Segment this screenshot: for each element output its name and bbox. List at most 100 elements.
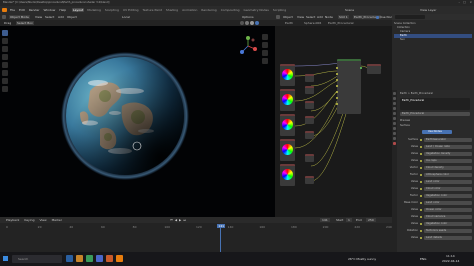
surface-input-value[interactable]: Cloud color [424, 187, 472, 191]
material-slot-list[interactable]: Earth_Procedural [400, 98, 470, 110]
mode-dropdown[interactable]: Object Mode [9, 15, 30, 19]
zoom-icon[interactable] [262, 34, 268, 40]
value-node-6[interactable] [305, 154, 314, 162]
outliner-item[interactable]: Sun [394, 38, 472, 42]
socket-icon[interactable] [420, 174, 422, 176]
material-properties-icon[interactable] [393, 142, 396, 145]
clock-time[interactable]: 11:14 [446, 254, 455, 258]
mail-icon[interactable] [96, 255, 103, 262]
surface-input-value[interactable]: Vegetation color [424, 194, 472, 198]
blender-taskbar-icon[interactable] [116, 255, 123, 262]
surface-input-value[interactable]: EarthGenerator [424, 138, 472, 142]
weather-widget[interactable]: 26°C Mostly sunny [348, 257, 376, 261]
move-tool-icon[interactable] [2, 46, 8, 52]
wireframe-shading-icon[interactable] [240, 21, 244, 25]
use-nodes-checkbox[interactable] [376, 16, 379, 19]
rendered-shading-icon[interactable] [255, 21, 259, 25]
surface-input-value[interactable]: Atmosphere color [424, 173, 472, 177]
node-view-menu[interactable]: View [297, 15, 304, 19]
material-shading-icon[interactable] [250, 21, 254, 25]
object-menu[interactable]: Object [67, 15, 77, 19]
node-editor-type-icon[interactable] [276, 15, 280, 19]
socket-icon[interactable] [420, 139, 422, 141]
object-properties-icon[interactable] [393, 117, 396, 120]
file-explorer-icon[interactable] [66, 255, 73, 262]
workspace-tab-animation[interactable]: Animation [181, 8, 198, 12]
physics-properties-icon[interactable] [393, 127, 396, 130]
timeline[interactable]: Playback Keying View Marker ⏮ ◀ ▶ ⏭ 141 Sta… [0, 217, 392, 252]
blender-logo-icon[interactable] [2, 8, 7, 12]
workspace-tab-sculpting[interactable]: Sculpting [104, 8, 120, 12]
node-select-menu[interactable]: Select [306, 15, 315, 19]
menu-edit[interactable]: Edit [19, 8, 25, 12]
language-indicator[interactable]: ENG [420, 257, 426, 261]
material-name-field[interactable]: Earth_Procedural [400, 112, 470, 116]
view-layer-selector[interactable]: View Layer [420, 8, 436, 12]
surface-input-value[interactable]: Land color [424, 201, 472, 205]
surface-input-value[interactable]: Ice caps [424, 159, 472, 163]
minimize-icon[interactable]: – [459, 0, 461, 4]
timeline-menu-view[interactable]: View [39, 218, 46, 222]
select-menu[interactable]: Select [45, 15, 54, 19]
surface-input-value[interactable]: Vegetation color [424, 222, 472, 226]
playhead-frame-label[interactable]: 141 [217, 224, 226, 228]
color-node-5[interactable] [280, 164, 295, 186]
value-node-3[interactable] [305, 101, 314, 109]
surface-input-value[interactable]: Land / Ocean ratio [424, 145, 472, 149]
scene-properties-icon[interactable] [393, 107, 396, 110]
options-menu[interactable]: Options [242, 15, 254, 19]
socket-icon[interactable] [420, 167, 422, 169]
solid-shading-icon[interactable] [245, 21, 249, 25]
socket-icon[interactable] [420, 202, 422, 204]
surface-input-value[interactable]: Cloud variance [424, 215, 472, 219]
select-tool-icon[interactable] [2, 30, 8, 36]
play-icon[interactable]: ▶ [179, 218, 181, 222]
select-box-dropdown[interactable]: Select Box [16, 21, 34, 25]
outliner-search-input[interactable] [395, 15, 425, 19]
jump-start-icon[interactable]: ⏮ [170, 218, 173, 222]
taskbar-search-input[interactable]: Search [12, 255, 62, 263]
socket-icon[interactable] [420, 195, 422, 197]
3d-viewport[interactable] [0, 26, 275, 217]
grid-icon[interactable] [262, 58, 268, 64]
scene-selector[interactable]: Scene [345, 8, 354, 12]
workspace-tab-geometry-nodes[interactable]: Geometry Nodes [243, 8, 270, 12]
add-menu[interactable]: Add [58, 15, 64, 19]
workspace-tab-layout[interactable]: Layout [72, 8, 85, 12]
annotate-tool-icon[interactable] [2, 78, 8, 84]
maximize-icon[interactable]: □ [463, 0, 466, 4]
socket-icon[interactable] [420, 230, 422, 232]
workspace-tab-scripting[interactable]: Scripting [272, 8, 287, 12]
surface-input-value[interactable]: Ocean color [424, 208, 472, 212]
current-frame-field[interactable]: 141 [320, 218, 330, 222]
node-add-menu[interactable]: Add [317, 15, 323, 19]
transform-tool-icon[interactable] [2, 70, 8, 76]
material-output-node[interactable] [367, 64, 381, 74]
rotate-tool-icon[interactable] [2, 54, 8, 60]
windows-start-icon[interactable] [3, 256, 8, 261]
camera-view-icon[interactable] [262, 50, 268, 56]
surface-input-value[interactable]: Land color [424, 180, 472, 184]
value-node-7[interactable] [305, 176, 314, 184]
earth-planet[interactable] [60, 51, 190, 181]
color-node-4[interactable] [280, 139, 295, 161]
folder-icon[interactable] [76, 255, 83, 262]
surface-section[interactable]: Surface [400, 124, 410, 127]
timeline-menu-keying[interactable]: Keying [24, 218, 34, 222]
node-object-dropdown[interactable]: Object [283, 15, 293, 19]
value-node-2[interactable] [305, 86, 314, 94]
socket-icon[interactable] [420, 209, 422, 211]
menu-render[interactable]: Render [29, 8, 40, 12]
value-node-4[interactable] [305, 116, 314, 124]
value-node-5[interactable] [305, 131, 314, 139]
cursor-tool-icon[interactable] [2, 38, 8, 44]
app-icon[interactable] [106, 255, 113, 262]
surface-input-value[interactable]: Land details [424, 236, 472, 240]
socket-icon[interactable] [420, 146, 422, 148]
workspace-tab-modeling[interactable]: Modeling [86, 8, 102, 12]
menu-window[interactable]: Window [44, 8, 56, 12]
menu-help[interactable]: Help [59, 8, 66, 12]
color-node-2[interactable] [280, 89, 295, 111]
end-frame-field[interactable]: 250 [366, 218, 376, 222]
timeline-menu-playback[interactable]: Playback [6, 218, 19, 222]
